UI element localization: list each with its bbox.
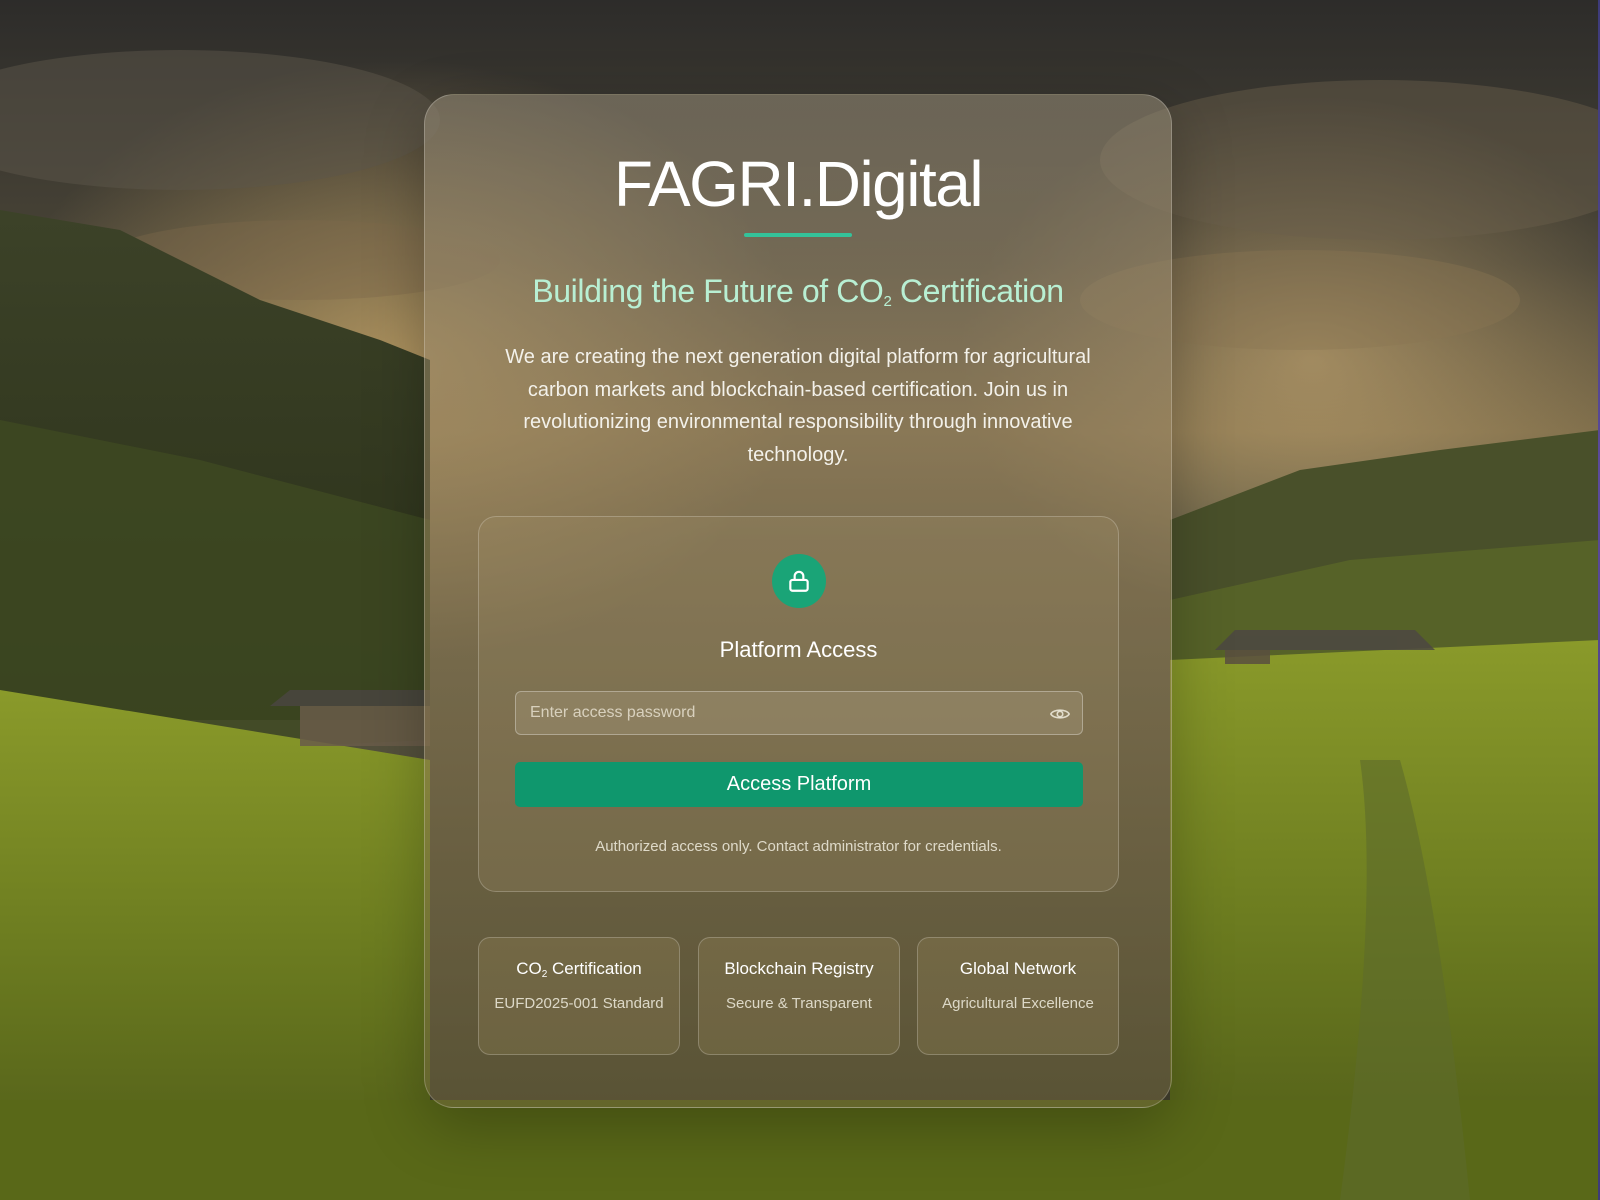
feature-tile-blockchain-registry: Blockchain Registry Secure & Transparent bbox=[698, 937, 900, 1055]
feature-description: Secure & Transparent bbox=[726, 995, 872, 1012]
feature-tile-co2-certification: CO2 Certification EUFD2025-001 Standard bbox=[478, 937, 680, 1055]
feature-title: CO2 Certification bbox=[479, 959, 679, 980]
eye-icon[interactable] bbox=[1048, 702, 1072, 726]
feature-title-end: Certification bbox=[547, 959, 642, 978]
feature-description: EUFD2025-001 Standard bbox=[494, 995, 664, 1012]
access-panel: Platform Access Access Platform Authoriz… bbox=[478, 516, 1119, 892]
brand-logo: FAGRI.Digital bbox=[613, 148, 984, 220]
panel-title: Platform Access bbox=[719, 637, 878, 662]
feature-title-start: CO bbox=[516, 959, 542, 978]
brand-underline bbox=[744, 233, 852, 237]
feature-title: Blockchain Registry bbox=[724, 959, 874, 978]
access-platform-button[interactable]: Access Platform bbox=[515, 762, 1083, 807]
password-input[interactable] bbox=[516, 692, 1036, 734]
intro-paragraph: We are creating the next generation digi… bbox=[505, 346, 1091, 466]
headline-text-end: Certification bbox=[891, 273, 1064, 309]
feature-tile-global-network: Global Network Agricultural Excellence bbox=[917, 937, 1119, 1055]
lock-icon bbox=[772, 554, 826, 608]
access-note: Authorized access only. Contact administ… bbox=[595, 838, 1002, 855]
password-field[interactable] bbox=[515, 691, 1083, 735]
feature-title: Global Network bbox=[959, 959, 1077, 978]
login-card: FAGRI.Digital Building the Future of CO2… bbox=[424, 94, 1172, 1108]
headline-text-start: Building the Future of CO bbox=[532, 273, 884, 309]
hero-headline: Building the Future of CO2 Certification bbox=[425, 273, 1171, 310]
feature-description: Agricultural Excellence bbox=[942, 995, 1094, 1012]
